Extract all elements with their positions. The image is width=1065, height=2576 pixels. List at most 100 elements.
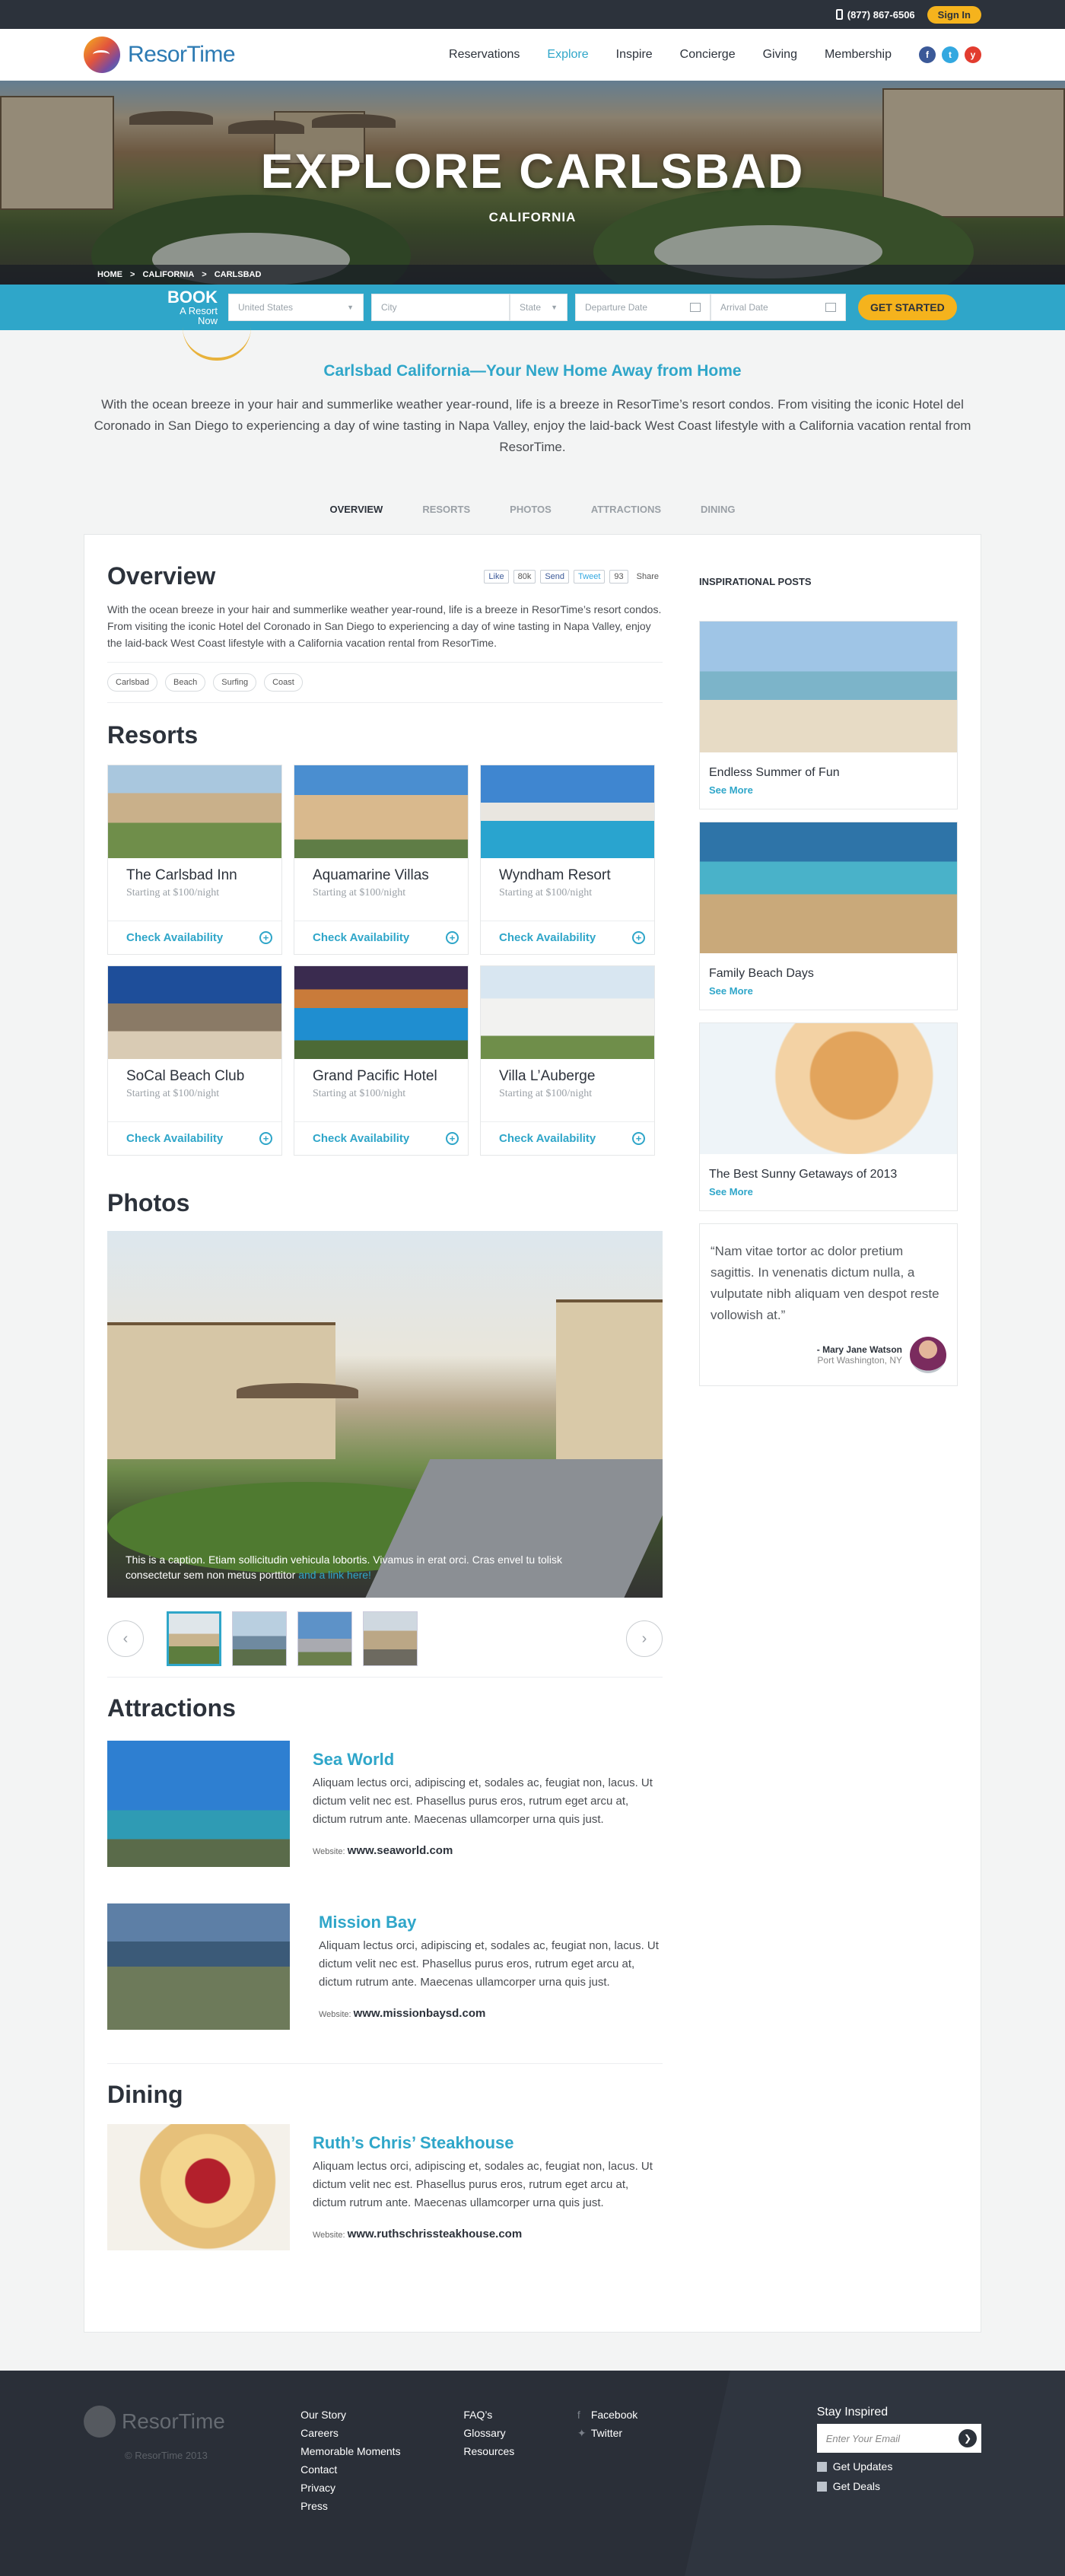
tab-photos[interactable]: PHOTOS — [510, 504, 552, 526]
email-field[interactable]: Enter Your Email ❯ — [816, 2424, 981, 2453]
resort-image — [481, 765, 654, 858]
nav-item-inspire[interactable]: Inspire — [616, 48, 653, 62]
see-more-link[interactable]: See More — [709, 1186, 957, 1197]
nav-item-explore[interactable]: Explore — [547, 48, 588, 62]
post-title: Endless Summer of Fun — [709, 766, 840, 779]
resort-card[interactable]: The Carlsbad Inn Starting at $100/night … — [107, 765, 282, 955]
photo-thumbnail[interactable] — [297, 1611, 352, 1666]
attraction-title[interactable]: Mission Bay — [319, 1913, 663, 1932]
tab-dining[interactable]: DINING — [701, 504, 736, 526]
resort-image — [294, 765, 468, 858]
facebook-like-button[interactable]: Like — [484, 569, 509, 584]
check-availability-button[interactable]: Check Availability + — [481, 1121, 654, 1155]
tweet-button[interactable]: Tweet — [574, 569, 606, 584]
logo[interactable]: ResorTime — [84, 37, 236, 73]
next-arrow-icon[interactable]: › — [626, 1620, 663, 1657]
dining-title-link[interactable]: Ruth’s Chris’ Steakhouse — [313, 2133, 663, 2153]
youtube-icon[interactable]: y — [965, 46, 981, 63]
facebook-icon[interactable]: f — [919, 46, 936, 63]
twitter-icon[interactable]: t — [942, 46, 958, 63]
twitter-icon: ✦ — [577, 2427, 587, 2439]
footer-link-resources[interactable]: Resources — [463, 2442, 577, 2460]
attraction-image[interactable] — [107, 1903, 290, 2030]
footer-facebook-link[interactable]: f Facebook — [577, 2406, 802, 2424]
post-card[interactable]: The Best Sunny Getaways of 2013 See More — [699, 1022, 958, 1211]
footer-link-contact[interactable]: Contact — [300, 2460, 463, 2479]
arrival-date-input[interactable]: Arrival Date — [711, 294, 846, 321]
attraction-title[interactable]: Sea World — [313, 1750, 663, 1770]
post-title: Family Beach Days — [709, 967, 814, 980]
tab-attractions[interactable]: ATTRACTIONS — [591, 504, 661, 526]
facebook-icon: f — [577, 2409, 580, 2421]
facebook-label: Facebook — [590, 2409, 638, 2421]
footer-link-glossary[interactable]: Glossary — [463, 2424, 577, 2442]
resort-card[interactable]: Grand Pacific Hotel Starting at $100/nig… — [294, 965, 469, 1156]
dining-image[interactable] — [107, 2124, 290, 2250]
nav-item-giving[interactable]: Giving — [763, 48, 797, 62]
photo-thumbnail[interactable] — [363, 1611, 418, 1666]
country-select[interactable]: United States ▼ — [228, 294, 364, 321]
footer-link-memorable-moments[interactable]: Memorable Moments — [300, 2442, 463, 2460]
tab-overview[interactable]: OVERVIEW — [329, 504, 383, 526]
footer-link-our-story[interactable]: Our Story — [300, 2406, 463, 2424]
tag-beach[interactable]: Beach — [165, 673, 206, 692]
get-updates-label: Get Updates — [832, 2460, 893, 2473]
resort-image — [108, 765, 281, 858]
sign-in-button[interactable]: Sign In — [927, 5, 981, 24]
send-button[interactable]: Send — [540, 569, 570, 584]
tag-carlsbad[interactable]: Carlsbad — [107, 673, 158, 692]
get-deals-checkbox[interactable]: Get Deals — [816, 2480, 981, 2492]
see-more-link[interactable]: See More — [709, 985, 957, 997]
submit-arrow-icon[interactable]: ❯ — [958, 2429, 977, 2447]
attraction-body: Mission Bay Aliquam lectus orci, adipisc… — [319, 1903, 663, 2030]
state-select[interactable]: State ▼ — [510, 294, 567, 321]
share-button[interactable]: Share — [633, 571, 663, 583]
tab-resorts[interactable]: RESORTS — [422, 504, 470, 526]
nav-item-concierge[interactable]: Concierge — [680, 48, 736, 62]
tag-coast[interactable]: Coast — [264, 673, 303, 692]
photo-thumbnail[interactable] — [167, 1611, 221, 1666]
check-availability-button[interactable]: Check Availability + — [294, 921, 468, 954]
post-card[interactable]: Endless Summer of Fun See More — [699, 621, 958, 809]
attraction-item: Mission Bay Aliquam lectus orci, adipisc… — [107, 1903, 663, 2030]
footer-twitter-link[interactable]: ✦ Twitter — [577, 2424, 802, 2442]
city-input[interactable]: City — [371, 294, 510, 321]
website-link[interactable]: www.missionbaysd.com — [354, 2007, 486, 2020]
get-started-button[interactable]: GET STARTED — [858, 294, 957, 320]
footer-link-privacy[interactable]: Privacy — [300, 2479, 463, 2497]
caption-link[interactable]: and a link here! — [298, 1569, 371, 1581]
nav-item-reservations[interactable]: Reservations — [449, 48, 520, 62]
photo-thumbnail[interactable] — [232, 1611, 287, 1666]
post-image — [700, 622, 957, 752]
photo-umbrella — [237, 1383, 358, 1398]
tag-surfing[interactable]: Surfing — [213, 673, 257, 692]
footer-link-faqs[interactable]: FAQ’s — [463, 2406, 577, 2424]
departure-date-input[interactable]: Departure Date — [575, 294, 711, 321]
resort-card[interactable]: SoCal Beach Club Starting at $100/night … — [107, 965, 282, 1156]
plus-icon: + — [259, 1132, 272, 1145]
check-availability-button[interactable]: Check Availability + — [481, 921, 654, 954]
breadcrumb-california[interactable]: CALIFORNIA — [142, 270, 194, 279]
get-updates-checkbox[interactable]: Get Updates — [816, 2460, 981, 2473]
website-link[interactable]: www.seaworld.com — [348, 1844, 453, 1857]
check-availability-button[interactable]: Check Availability + — [108, 1121, 281, 1155]
check-availability-button[interactable]: Check Availability + — [294, 1121, 468, 1155]
check-availability-button[interactable]: Check Availability + — [108, 921, 281, 954]
resort-card[interactable]: Wyndham Resort Starting at $100/night Ch… — [480, 765, 655, 955]
attraction-image[interactable] — [107, 1741, 290, 1867]
website-label: Website: — [313, 2231, 345, 2240]
plus-icon: + — [632, 931, 645, 944]
website-link[interactable]: www.ruthschrissteakhouse.com — [348, 2228, 523, 2240]
previous-arrow-icon[interactable]: ‹ — [107, 1620, 144, 1657]
breadcrumb-home[interactable]: HOME — [97, 270, 122, 279]
footer-link-press[interactable]: Press — [300, 2497, 463, 2515]
photo-viewer[interactable]: This is a caption. Etiam sollicitudin ve… — [107, 1231, 663, 1598]
see-more-link[interactable]: See More — [709, 784, 957, 796]
nav-item-membership[interactable]: Membership — [825, 48, 892, 62]
booking-label-bottom: A Resort Now — [180, 305, 218, 326]
footer-link-careers[interactable]: Careers — [300, 2424, 463, 2442]
phone-number[interactable]: (877) 867-6506 — [835, 9, 915, 21]
post-card[interactable]: Family Beach Days See More — [699, 822, 958, 1010]
resort-card[interactable]: Villa L’Auberge Starting at $100/night C… — [480, 965, 655, 1156]
resort-card[interactable]: Aquamarine Villas Starting at $100/night… — [294, 765, 469, 955]
